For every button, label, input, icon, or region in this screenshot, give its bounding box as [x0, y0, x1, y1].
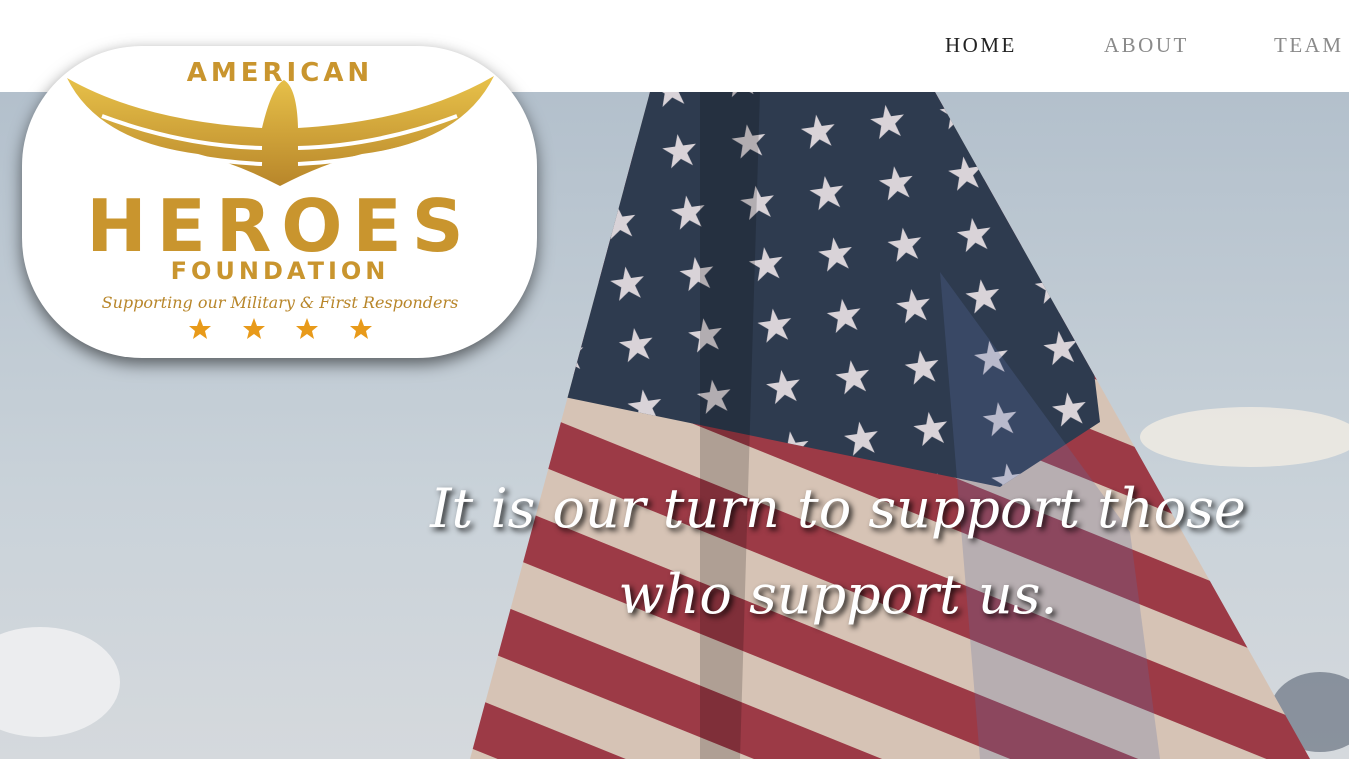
eagle-wings-icon	[67, 76, 494, 186]
hero-tagline: It is our turn to support those who supp…	[430, 477, 1246, 626]
logo-stars-icon	[189, 318, 372, 339]
american-heroes-foundation-logo[interactable]: AMERICAN HEROES FOUNDATION Supporting ou…	[22, 46, 537, 358]
logo-heroes-text: HEROES	[86, 184, 473, 268]
nav-about-link[interactable]: ABOUT	[1104, 33, 1189, 58]
logo-artwork: AMERICAN HEROES FOUNDATION Supporting ou…	[67, 58, 494, 339]
nav-home-link[interactable]: HOME	[945, 33, 1017, 58]
logo-script-text: Supporting our Military & First Responde…	[102, 293, 459, 312]
logo-foundation-text: FOUNDATION	[171, 257, 390, 285]
nav-team-link[interactable]: TEAM	[1274, 33, 1344, 58]
